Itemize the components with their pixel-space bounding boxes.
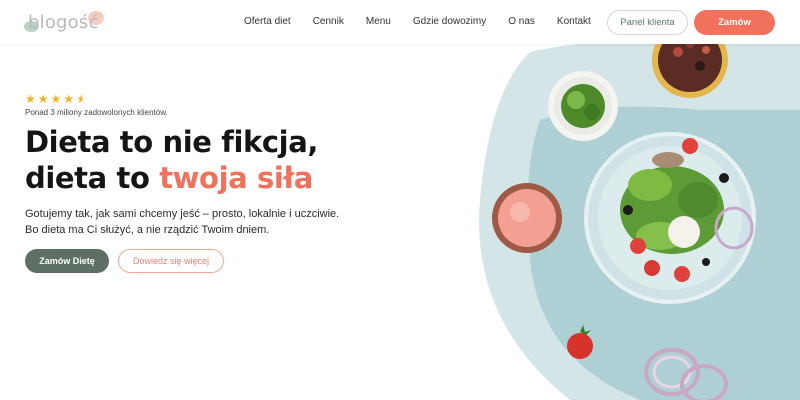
brand-logo[interactable]: blogość	[22, 8, 112, 36]
client-panel-button[interactable]: Panel klienta	[607, 10, 688, 35]
site-header: blogość Oferta diet Cennik Menu Gdzie do…	[0, 0, 800, 44]
nav-item-gdzie-dowozimy[interactable]: Gdzie dowozimy	[413, 16, 486, 27]
salt-bowl-icon	[492, 183, 562, 253]
order-button[interactable]: Zamów	[694, 10, 775, 35]
logo-text: blogość	[28, 12, 99, 33]
nav-item-kontakt[interactable]: Kontakt	[557, 16, 591, 27]
hero-illustration	[479, 22, 800, 400]
nav-item-menu[interactable]: Menu	[366, 16, 391, 27]
nav-item-cennik[interactable]: Cennik	[313, 16, 344, 27]
sprouts-bowl-icon	[548, 71, 618, 141]
main-nav: Oferta diet Cennik Menu Gdzie dowozimy O…	[244, 16, 613, 27]
nav-item-oferta-diet[interactable]: Oferta diet	[244, 16, 291, 27]
nav-item-o-nas[interactable]: O nas	[508, 16, 535, 27]
